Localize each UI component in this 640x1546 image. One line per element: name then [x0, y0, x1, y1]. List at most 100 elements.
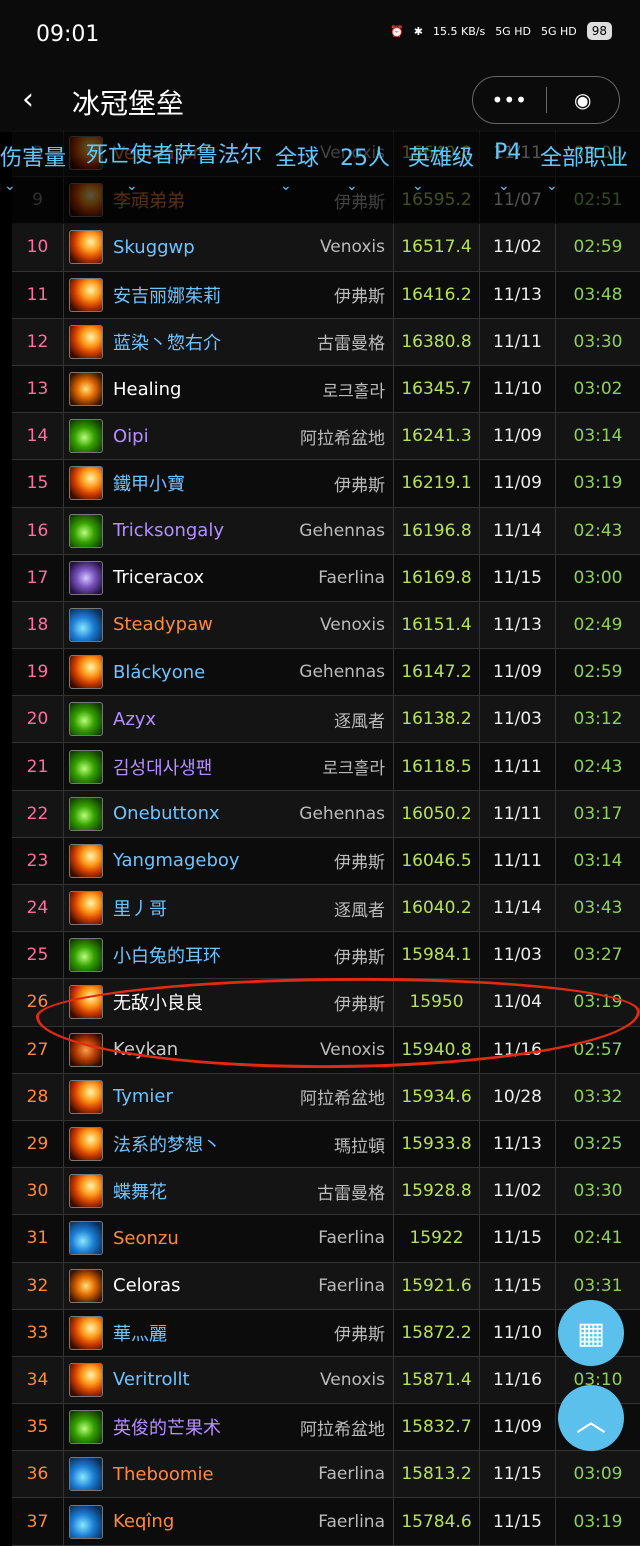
table-row[interactable]: 24 里丿哥 逐風者 16040.2 11/14 03:43 [12, 885, 640, 933]
player-name[interactable]: 无敌小良良 [113, 989, 203, 1015]
filter-spec[interactable]: 死亡使者萨鲁法尔 [86, 140, 266, 172]
player-name[interactable]: 蓝染丶惣右介 [113, 329, 221, 355]
player-name[interactable]: Bláckyone [113, 662, 205, 683]
duration: 03:30 [573, 331, 623, 352]
table-row[interactable]: 22 Onebuttonx Gehennas 16050.2 11/11 03:17 [12, 790, 640, 838]
filter-phase[interactable]: P4 [494, 140, 521, 165]
time-cell: 03:32 [556, 1074, 640, 1120]
player-name[interactable]: Theboomie [113, 1464, 214, 1485]
player-name[interactable]: Onebuttonx [113, 803, 220, 824]
player-name[interactable]: Skuggwp [113, 237, 195, 258]
class-icon [69, 277, 103, 312]
table-row[interactable]: 17 Triceracox Faerlina 16169.8 11/15 03:00 [12, 554, 640, 602]
table-row[interactable]: 19 Bláckyone Gehennas 16147.2 11/09 02:59 [12, 649, 640, 697]
filter-metric[interactable]: 伤害量 [0, 140, 66, 172]
server-name: Venoxis [319, 1039, 385, 1060]
calendar-button[interactable]: ▦ [558, 1300, 624, 1366]
date: 11/03 [493, 945, 542, 966]
player-cell: Skuggwp Venoxis [64, 224, 394, 271]
table-row[interactable]: 27 Keykan Venoxis 15940.8 11/16 02:57 [12, 1026, 640, 1074]
player-name[interactable]: Oipi [113, 426, 149, 447]
table-row[interactable]: 26 无敌小良良 伊弗斯 15950 11/04 03:19 [12, 979, 640, 1027]
chevron-down-icon: ⌄ [346, 178, 358, 194]
rank-cell: 19 [12, 649, 64, 696]
player-cell: Keykan Venoxis [64, 1026, 394, 1073]
player-name[interactable]: 英俊的芒果术 [113, 1414, 221, 1440]
score-cell: 16241.3 [394, 413, 480, 460]
date-cell: 11/10 [480, 1309, 556, 1356]
player-name[interactable]: Triceracox [113, 567, 204, 588]
back-icon[interactable]: ‹ [22, 82, 34, 117]
player-name[interactable]: Celoras [113, 1275, 180, 1296]
player-name[interactable]: Tymier [113, 1086, 173, 1107]
class-icon [69, 749, 103, 784]
rank: 26 [26, 992, 49, 1013]
player-cell: Healing 로크홀라 [64, 365, 394, 413]
player-name[interactable]: Yangmageboy [113, 850, 240, 871]
server-name: Venoxis [319, 614, 385, 635]
table-row[interactable]: 16 Tricksongaly Gehennas 16196.8 11/14 02:43 [12, 507, 640, 555]
table-row[interactable]: 33華灬麗伊弗斯15872.211/1002:56 [12, 1309, 640, 1357]
player-name[interactable]: 鐵甲小寶 [113, 470, 185, 496]
filter-class[interactable]: 全部职业 [540, 140, 628, 172]
table-row[interactable]: 30 蝶舞花 古雷曼格 15928.8 11/02 03:30 [12, 1168, 640, 1216]
player-name[interactable]: 華灬麗 [113, 1320, 167, 1346]
player-name[interactable]: 里丿哥 [113, 895, 167, 921]
table-row[interactable]: 29 法系的梦想丶 瑪拉頓 15933.8 11/13 03:25 [12, 1120, 640, 1169]
player-name[interactable]: Azyx [113, 709, 156, 730]
table-row[interactable]: 20 Azyx 逐風者 16138.2 11/03 03:12 [12, 696, 640, 744]
duration: 02:57 [573, 1039, 623, 1060]
player-name[interactable]: Veritrollt [113, 1369, 190, 1390]
table-row[interactable]: 32 Celoras Faerlina 15921.6 11/15 03:31 [12, 1262, 640, 1310]
player-name[interactable]: 法系的梦想丶 [113, 1131, 221, 1157]
date: 11/13 [493, 284, 542, 305]
rank: 19 [26, 662, 49, 683]
table-row[interactable]: 14 Oipi 阿拉希盆地 16241.3 11/09 03:14 [12, 413, 640, 461]
player-name[interactable]: Healing [113, 379, 181, 400]
player-name[interactable]: Seonzu [113, 1228, 179, 1249]
more-icon[interactable]: ••• [473, 88, 546, 112]
table-row[interactable]: 21 김성대사생팬 로크홀라 16118.5 11/11 02:43 [12, 743, 640, 791]
table-row[interactable]: 31 Seonzu Faerlina 15922 11/15 02:41 [12, 1215, 640, 1263]
close-target-icon[interactable]: ◉ [547, 88, 620, 112]
date: 11/04 [493, 992, 542, 1013]
player-cell: Azyx 逐風者 [64, 696, 394, 743]
player-name[interactable]: Keykan [113, 1039, 178, 1060]
scroll-top-button[interactable]: ︿ [558, 1385, 624, 1451]
player-name[interactable]: Tricksongaly [113, 520, 224, 541]
table-row[interactable]: 36 Theboomie Faerlina 15813.2 11/15 03:09 [12, 1451, 640, 1499]
filter-size[interactable]: 25人 [340, 140, 390, 172]
filter-difficulty[interactable]: 英雄级 [408, 140, 474, 172]
table-row[interactable]: 35英俊的芒果术阿拉希盆地15832.711/0903:03 [12, 1404, 640, 1452]
player-name[interactable]: 小白兔的耳环 [113, 942, 221, 968]
table-row[interactable]: 18 Steadypaw Venoxis 16151.4 11/13 02:49 [12, 601, 640, 650]
player-name[interactable]: 安吉丽娜茱莉 [113, 282, 221, 308]
score: 16416.2 [401, 284, 472, 305]
player-name[interactable]: 蝶舞花 [113, 1178, 167, 1204]
table-row[interactable]: 12 蓝染丶惣右介 古雷曼格 16380.8 11/11 03:30 [12, 318, 640, 366]
miniprogram-capsule: ••• ◉ [472, 76, 620, 124]
date: 11/13 [493, 614, 542, 635]
player-name[interactable]: Keqîng [113, 1511, 174, 1532]
table-row[interactable]: 34 Veritrollt Venoxis 15871.4 11/16 03:10 [12, 1356, 640, 1405]
class-icon [69, 513, 103, 548]
rank: 21 [26, 756, 49, 777]
class-icon [69, 419, 103, 454]
table-row[interactable]: 25 小白兔的耳环 伊弗斯 15984.1 11/03 03:27 [12, 932, 640, 980]
table-row[interactable]: 37 Keqîng Faerlina 15784.6 11/15 03:19 [12, 1498, 640, 1546]
class-icon [69, 1410, 103, 1445]
class-icon [69, 1457, 103, 1492]
table-row[interactable]: 15 鐵甲小寶 伊弗斯 16219.1 11/09 03:19 [12, 460, 640, 508]
filter-bar: 伤害量 ⌄ 死亡使者萨鲁法尔 ⌄ 全球 ⌄ 25人 ⌄ 英雄级 ⌄ P4 ⌄ 全… [0, 136, 640, 206]
class-icon [69, 1174, 103, 1209]
table-row[interactable]: 11 安吉丽娜茱莉 伊弗斯 16416.2 11/13 03:48 [12, 271, 640, 319]
table-row[interactable]: 28 Tymier 阿拉希盆地 15934.6 10/28 03:32 [12, 1073, 640, 1121]
date: 11/11 [493, 803, 542, 824]
player-name[interactable]: 김성대사생팬 [113, 754, 212, 780]
filter-region[interactable]: 全球 [275, 140, 319, 172]
table-row[interactable]: 23 Yangmageboy 伊弗斯 16046.5 11/11 03:14 [12, 837, 640, 885]
player-name[interactable]: Steadypaw [113, 614, 213, 635]
table-row[interactable]: 13 Healing 로크홀라 16345.7 11/10 03:02 [12, 365, 640, 414]
table-row[interactable]: 10 Skuggwp Venoxis 16517.4 11/02 02:59 [12, 224, 640, 272]
duration: 03:48 [573, 284, 623, 305]
